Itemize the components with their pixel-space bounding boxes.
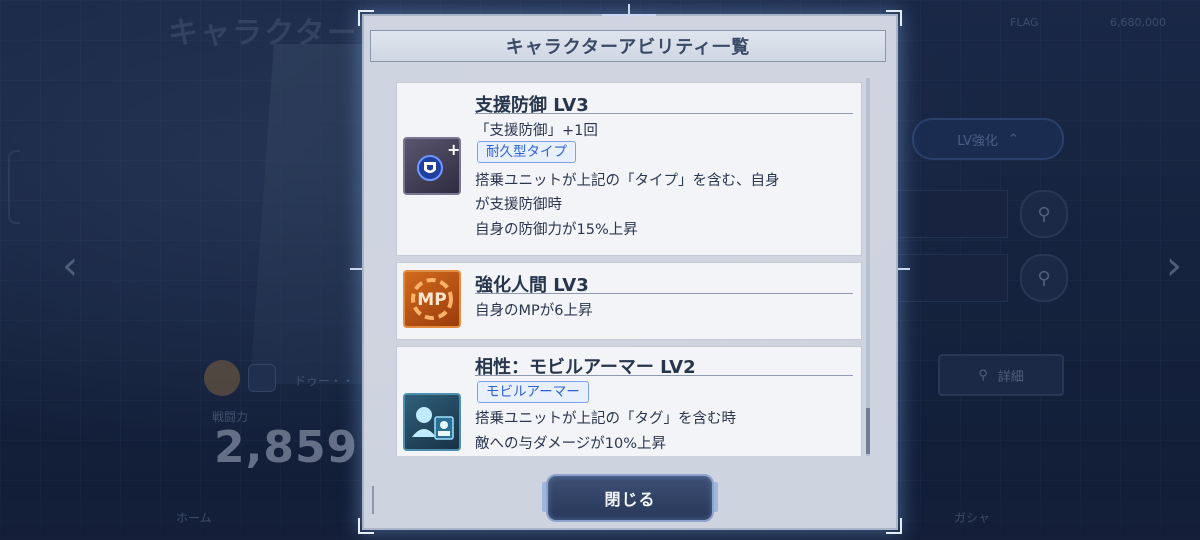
frame-side-decoration — [372, 486, 384, 514]
ability-text: 自身のMPが6上昇 — [475, 303, 593, 319]
shield-plus-icon: + — [403, 137, 461, 195]
frame-crosshair — [898, 268, 910, 270]
scrollbar-thumb[interactable] — [866, 408, 870, 454]
ability-card: 相性：モビルアーマー LV2 モビルアーマー 搭乗ユニットが上記の「タグ」を含む… — [396, 346, 862, 456]
pilot-unit-icon — [403, 393, 461, 451]
dialog-title: キャラクターアビリティ一覧 — [505, 37, 751, 58]
mp-icon: MP — [403, 270, 461, 328]
frame-crosshair — [602, 14, 656, 16]
frame-corner — [886, 518, 902, 534]
ability-list[interactable]: + 支援防御 LV3 「支援防御」+1回 耐久型タイプ 搭乗ユニットが上記の「タ… — [396, 78, 864, 456]
title-divider — [475, 113, 853, 114]
ability-text: 自身の防御力が15%上昇 — [475, 222, 638, 238]
frame-crosshair — [350, 268, 362, 270]
ability-text: 搭乗ユニットが上記の「タイプ」を含む、自身 — [475, 173, 780, 189]
ability-text: が支援防御時 — [475, 197, 562, 213]
ability-card: + 支援防御 LV3 「支援防御」+1回 耐久型タイプ 搭乗ユニットが上記の「タ… — [396, 82, 862, 256]
ability-card: MP 強化人間 LV3 自身のMPが6上昇 — [396, 262, 862, 340]
title-divider — [475, 375, 853, 376]
title-divider — [475, 293, 853, 294]
ability-dialog: キャラクターアビリティ一覧 + 支援防御 LV3 「支援防御」+1回 耐久型タイ… — [350, 4, 910, 534]
ability-text: 搭乗ユニットが上記の「タグ」を含む時 — [475, 411, 736, 427]
ability-text: 「支援防御」+1回 — [475, 123, 598, 139]
frame-corner — [886, 10, 902, 26]
scrollbar-track[interactable] — [866, 78, 870, 456]
mp-icon-text: MP — [417, 290, 446, 310]
ability-text: 敵への与ダメージが10%上昇 — [475, 436, 667, 452]
svg-text:+: + — [447, 140, 459, 159]
type-tag: 耐久型タイプ — [477, 141, 576, 163]
dialog-title-bar: キャラクターアビリティ一覧 — [370, 30, 886, 62]
frame-crosshair — [628, 4, 630, 22]
frame-corner — [358, 518, 374, 534]
frame-corner — [358, 10, 374, 26]
unit-tag: モビルアーマー — [477, 381, 589, 403]
close-button[interactable]: 閉じる — [546, 474, 714, 522]
close-button-label: 閉じる — [604, 490, 656, 509]
close-button-frame: 閉じる — [542, 470, 718, 528]
